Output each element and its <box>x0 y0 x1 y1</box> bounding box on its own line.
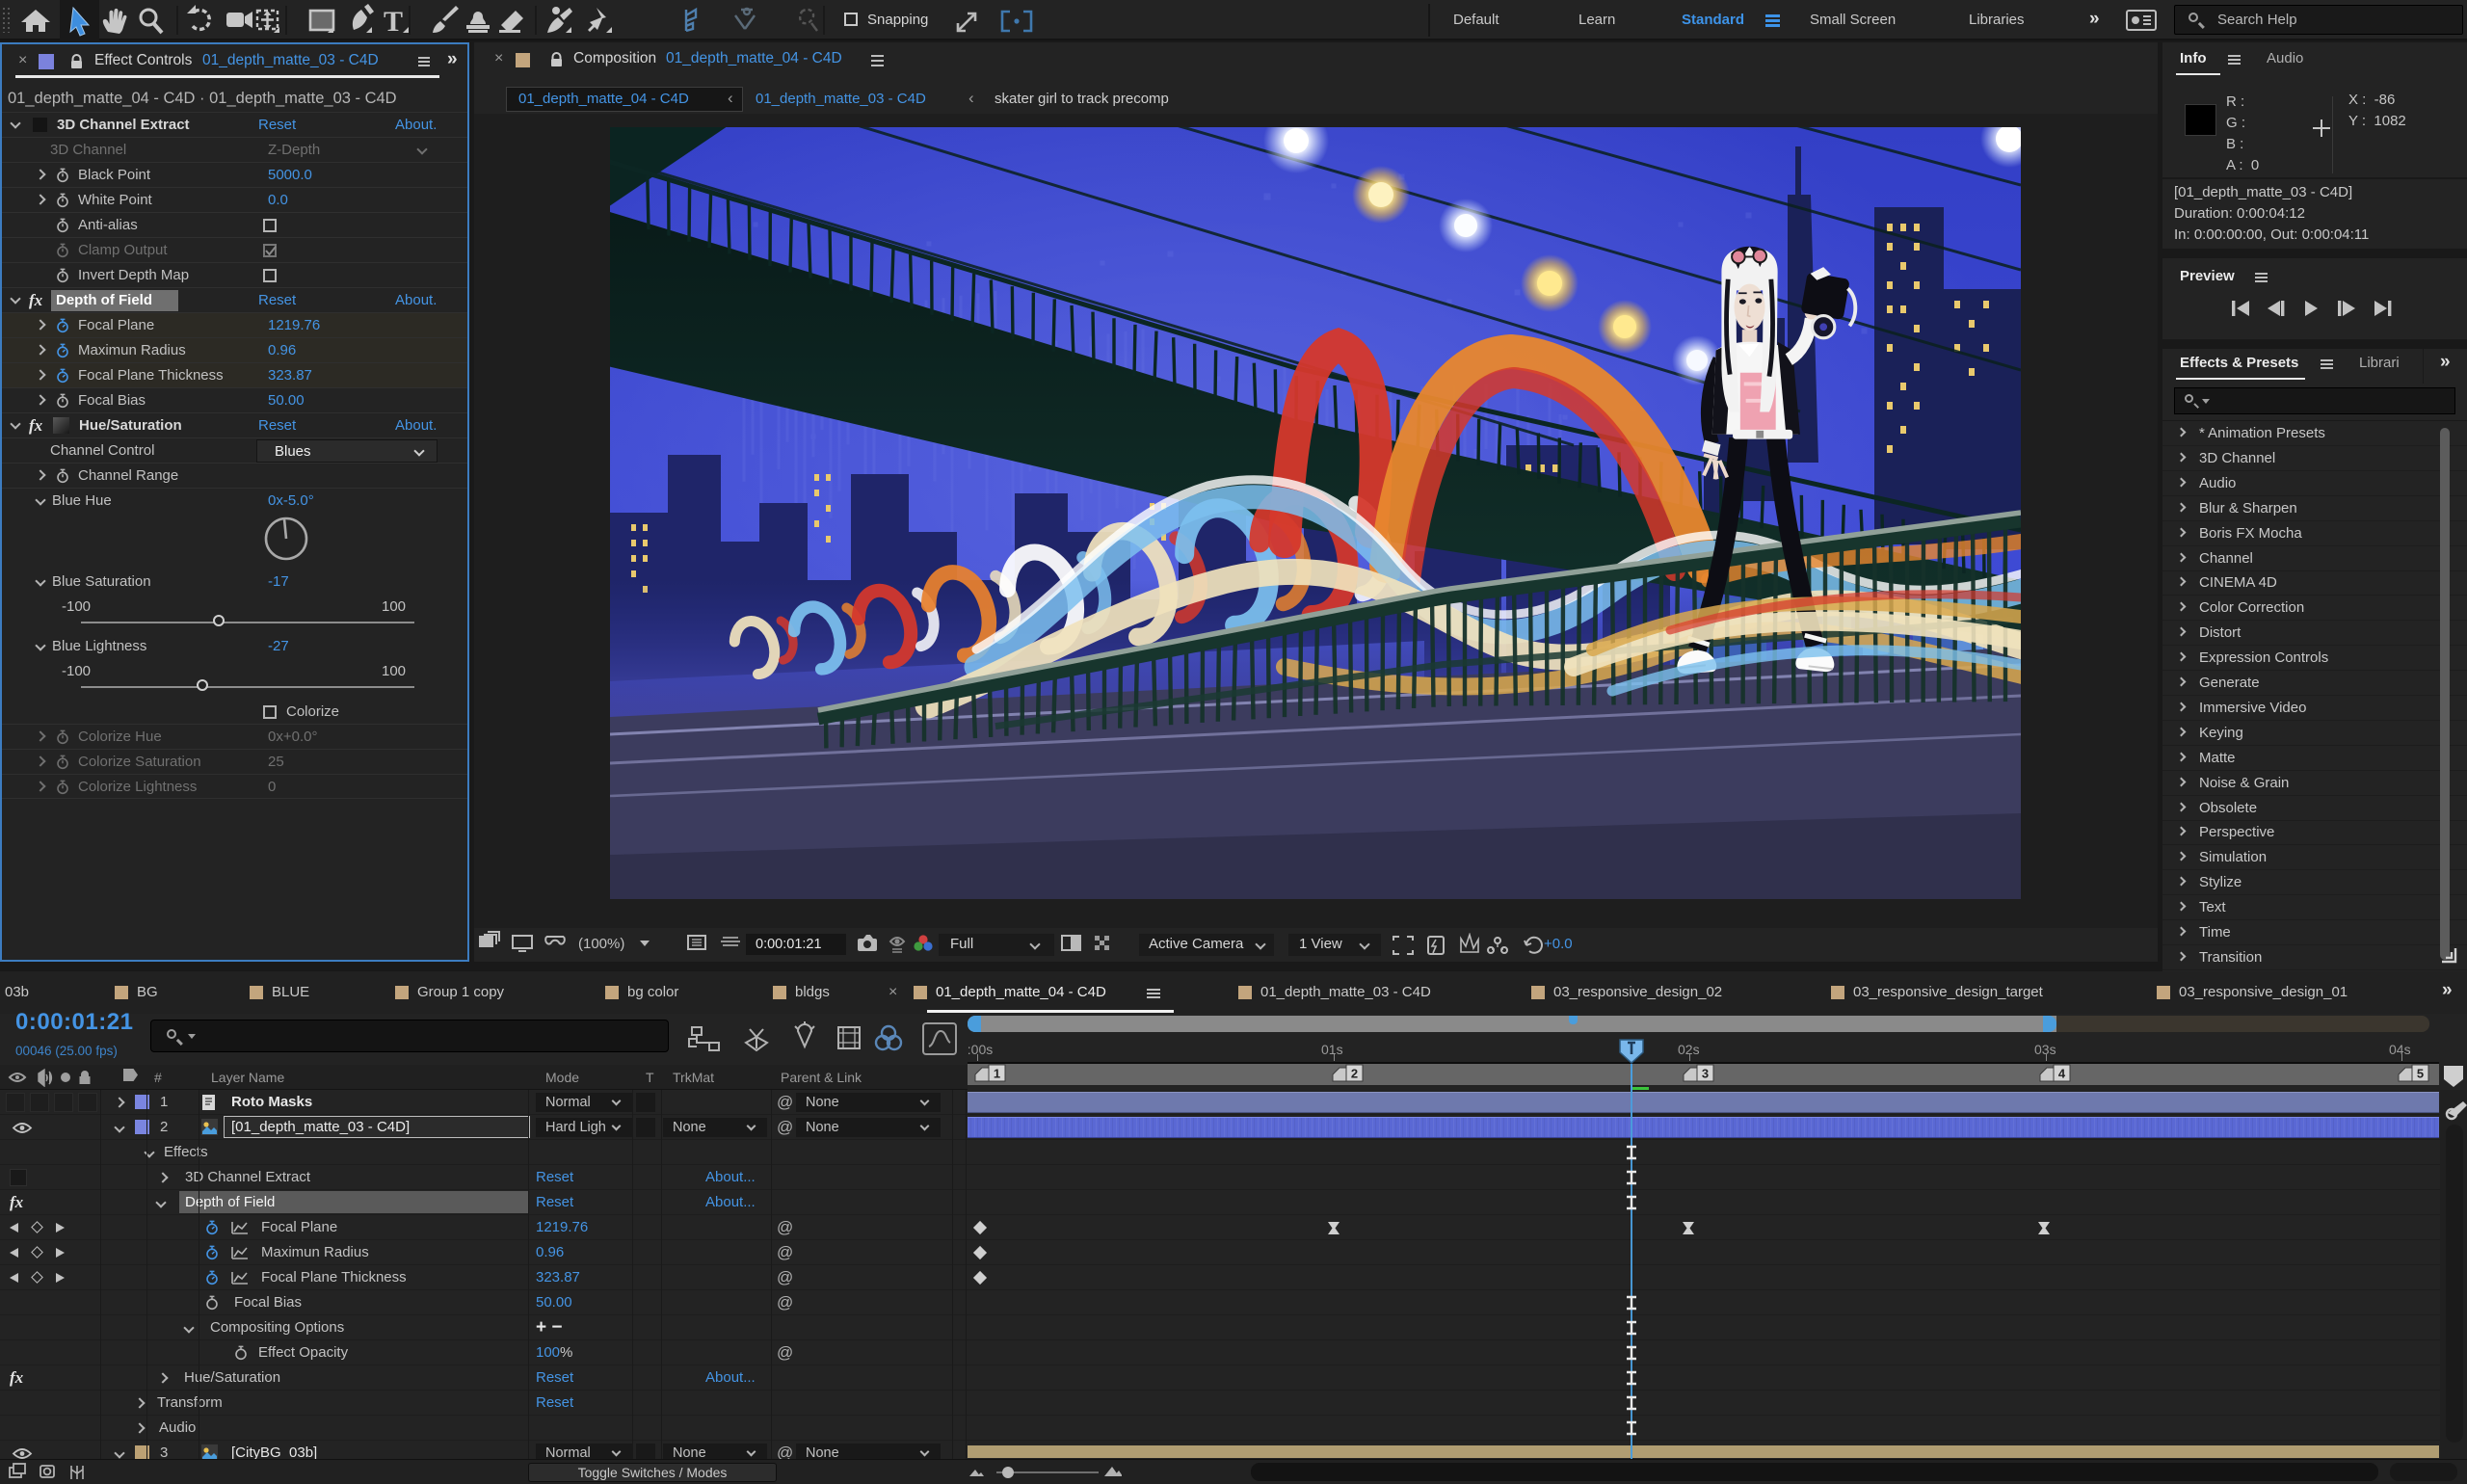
svg-text:4: 4 <box>2058 1067 2066 1081</box>
svg-text:5: 5 <box>2417 1067 2424 1081</box>
svg-text:2: 2 <box>1351 1067 1358 1081</box>
svg-text:0:00:01:21: 0:00:01:21 <box>756 937 822 952</box>
svg-text:(100%): (100%) <box>578 936 624 952</box>
svg-text:T: T <box>384 6 403 38</box>
svg-text:1: 1 <box>994 1067 1000 1081</box>
svg-text:3: 3 <box>1702 1067 1709 1081</box>
